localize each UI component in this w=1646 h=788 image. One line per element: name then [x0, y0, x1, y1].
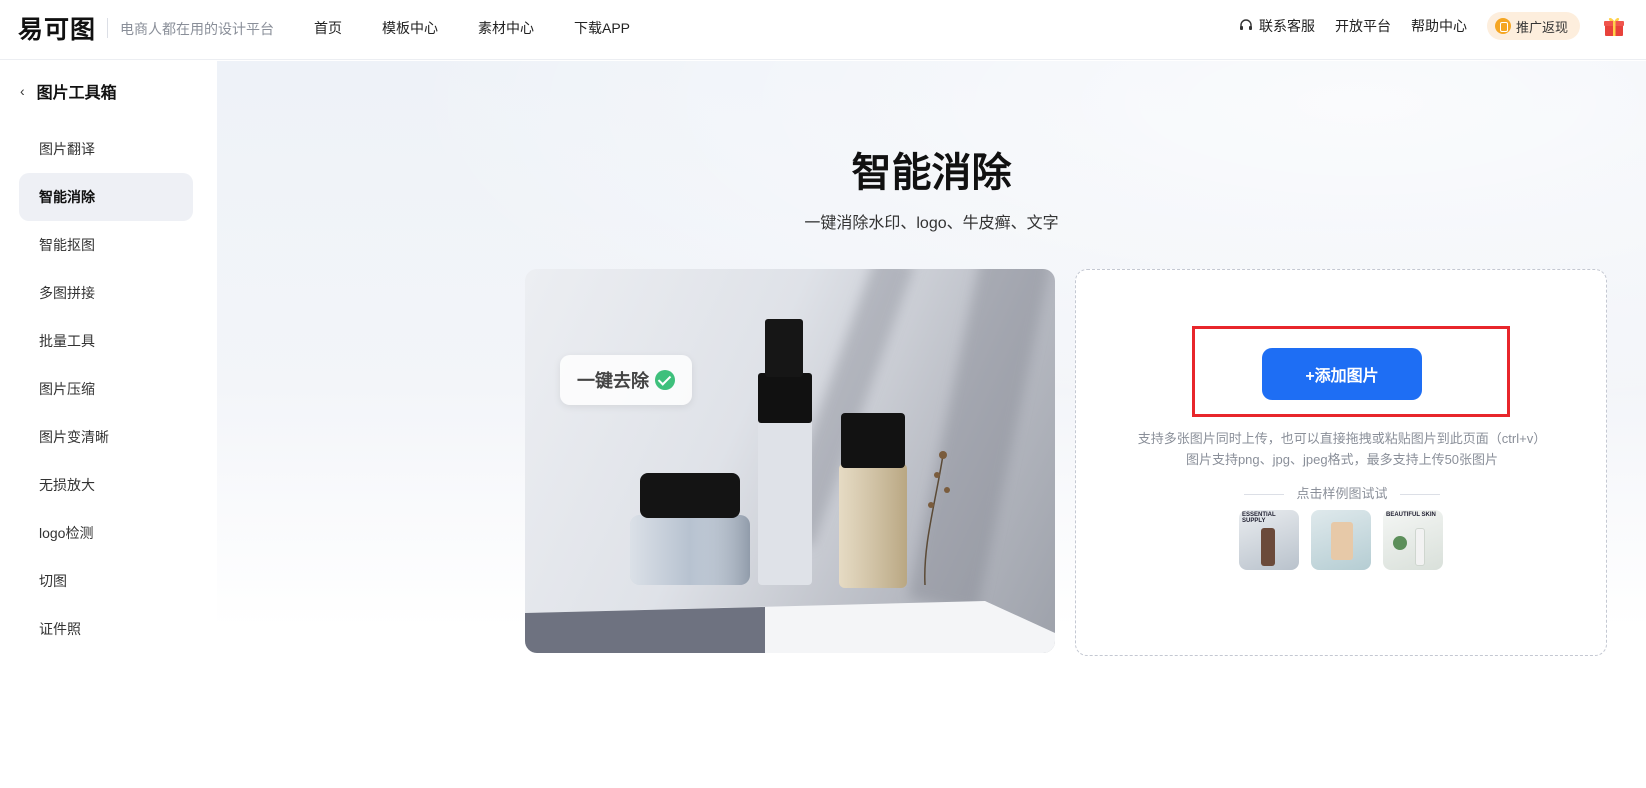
top-header: 易可图 电商人都在用的设计平台 首页 模板中心 素材中心 下载APP 联系客服 … — [0, 0, 1646, 60]
logo-divider — [107, 18, 108, 38]
sample-product — [1415, 528, 1425, 566]
chevron-left-icon: ‹ — [20, 83, 25, 99]
sample-image-3[interactable]: BEAUTIFUL SKIN — [1383, 510, 1443, 570]
erase-badge: 一键去除 — [560, 355, 692, 405]
page-subtitle: 一键消除水印、logo、牛皮癣、文字 — [804, 215, 1059, 232]
sample-image-1[interactable]: ESSENTIAL SUPPLY — [1239, 510, 1299, 570]
coin-icon — [1494, 18, 1511, 34]
sidebar-item-multi-stitch[interactable]: 多图拼接 — [19, 269, 193, 317]
sidebar-item-smart-cutout[interactable]: 智能抠图 — [19, 221, 193, 269]
sample-images: ESSENTIAL SUPPLY BEAUTIFUL SKIN — [1239, 510, 1443, 570]
promo-label: 推广返现 — [1515, 19, 1568, 35]
nav-templates[interactable]: 模板中心 — [382, 18, 438, 38]
sidebar-item-slice[interactable]: 切图 — [19, 557, 193, 605]
sample-image-2[interactable] — [1311, 510, 1371, 570]
sidebar-item-id-photo[interactable]: 证件照 — [19, 605, 193, 653]
sidebar-item-upscale[interactable]: 无损放大 — [19, 461, 193, 509]
divider-line — [1244, 494, 1285, 496]
right-nav: 联系客服 开放平台 帮助中心 推广返现 — [1218, 12, 1626, 40]
page-title: 智能消除 — [851, 151, 1012, 195]
sidebar: ‹ 图片工具箱 图片翻译 智能消除 智能抠图 多图拼接 批量工具 图片压缩 图片… — [0, 61, 217, 788]
sidebar-list: 图片翻译 智能消除 智能抠图 多图拼接 批量工具 图片压缩 图片变清晰 无损放大… — [19, 125, 193, 653]
demo-image: 一键去除 — [525, 269, 1055, 653]
add-image-button[interactable]: +添加图片 — [1262, 348, 1422, 400]
contact-service-link[interactable]: 联系客服 — [1238, 16, 1315, 36]
sidebar-item-smart-erase[interactable]: 智能消除 — [19, 173, 193, 221]
check-circle-icon — [655, 370, 675, 390]
promo-button[interactable]: 推广返现 — [1486, 12, 1580, 40]
divider-line — [1399, 494, 1440, 496]
sample-product — [1331, 522, 1353, 560]
sidebar-item-logo-detect[interactable]: logo检测 — [19, 509, 193, 557]
contact-service-label: 联系客服 — [1258, 18, 1315, 34]
headset-icon — [1239, 19, 1252, 30]
sidebar-item-compress[interactable]: 图片压缩 — [19, 365, 193, 413]
upload-hint-primary: 支持多张图片同时上传，也可以直接拖拽或粘贴图片到此页面（ctrl+v） — [1137, 431, 1547, 446]
gift-icon[interactable] — [1602, 14, 1626, 38]
sample-label: 点击样例图试试 — [1296, 486, 1388, 501]
open-platform-link[interactable]: 开放平台 — [1335, 16, 1391, 36]
slogan: 电商人都在用的设计平台 — [120, 21, 274, 37]
sidebar-item-enhance[interactable]: 图片变清晰 — [19, 413, 193, 461]
sidebar-item-image-translate[interactable]: 图片翻译 — [19, 125, 193, 173]
sample-tag: BEAUTIFUL SKIN — [1386, 512, 1436, 518]
nav-home[interactable]: 首页 — [314, 18, 342, 38]
sample-label-row: 点击样例图试试 — [1076, 483, 1608, 502]
upload-hint-formats: 图片支持png、jpg、jpeg格式，最多支持上传50张图片 — [1185, 452, 1499, 467]
sidebar-title: 图片工具箱 — [36, 85, 117, 102]
nav-download-app[interactable]: 下载APP — [574, 18, 630, 38]
sample-product — [1261, 528, 1275, 566]
erase-badge-label: 一键去除 — [577, 371, 649, 391]
sample-tag: ESSENTIAL SUPPLY — [1242, 512, 1276, 524]
upload-dropzone[interactable]: +添加图片 支持多张图片同时上传，也可以直接拖拽或粘贴图片到此页面（ctrl+v… — [1075, 269, 1607, 656]
sidebar-item-batch-tools[interactable]: 批量工具 — [19, 317, 193, 365]
main-nav: 首页 模板中心 素材中心 下载APP — [314, 18, 670, 38]
help-center-link[interactable]: 帮助中心 — [1411, 16, 1467, 36]
logo[interactable]: 易可图 — [18, 14, 96, 44]
main-content: 智能消除 一键消除水印、logo、牛皮癣、文字 一键去除 +添加图片 支持多张图… — [217, 61, 1646, 788]
sample-badge — [1393, 536, 1407, 550]
logo-text: 易可图 — [18, 15, 97, 44]
sidebar-back[interactable]: ‹ 图片工具箱 — [20, 79, 117, 103]
nav-materials[interactable]: 素材中心 — [478, 18, 534, 38]
